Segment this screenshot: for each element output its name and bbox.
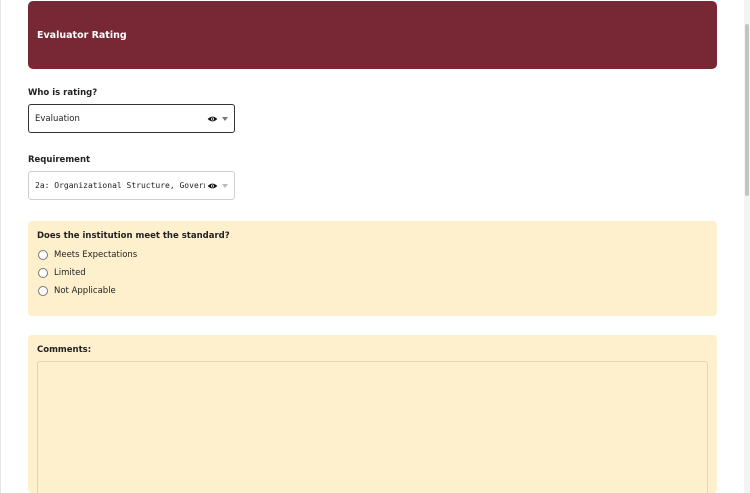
eye-icon[interactable]	[207, 115, 218, 123]
requirement-select[interactable]: 2a: Organizational Structure, Governing …	[28, 171, 235, 200]
comments-textarea[interactable]	[37, 361, 708, 493]
rater-select[interactable]: Evaluation	[28, 104, 235, 133]
radio-label: Not Applicable	[54, 286, 116, 296]
radio-label: Limited	[54, 268, 86, 278]
chevron-down-icon	[222, 183, 228, 188]
header-title: Evaluator Rating	[37, 29, 127, 41]
standard-panel: Does the institution meet the standard? …	[28, 221, 717, 316]
requirement-label: Requirement	[28, 155, 91, 165]
standard-question: Does the institution meet the standard?	[37, 231, 230, 241]
scrollbar-thumb[interactable]	[745, 24, 749, 196]
radio-button[interactable]	[38, 250, 48, 260]
comments-panel: Comments:	[28, 335, 717, 493]
radio-not-applicable[interactable]: Not Applicable	[38, 286, 116, 296]
comments-label: Comments:	[37, 345, 92, 355]
radio-button[interactable]	[38, 286, 48, 296]
rater-selected-value: Evaluation	[35, 113, 80, 124]
rater-label: Who is rating?	[28, 88, 98, 98]
eye-icon[interactable]	[207, 182, 218, 190]
radio-limited[interactable]: Limited	[38, 268, 86, 278]
radio-meets-expectations[interactable]: Meets Expectations	[38, 250, 137, 260]
requirement-selected-value: 2a: Organizational Structure, Governing …	[35, 181, 205, 190]
header-bar: Evaluator Rating	[28, 1, 717, 69]
radio-button[interactable]	[38, 268, 48, 278]
chevron-down-icon	[222, 116, 228, 121]
radio-label: Meets Expectations	[54, 250, 138, 260]
